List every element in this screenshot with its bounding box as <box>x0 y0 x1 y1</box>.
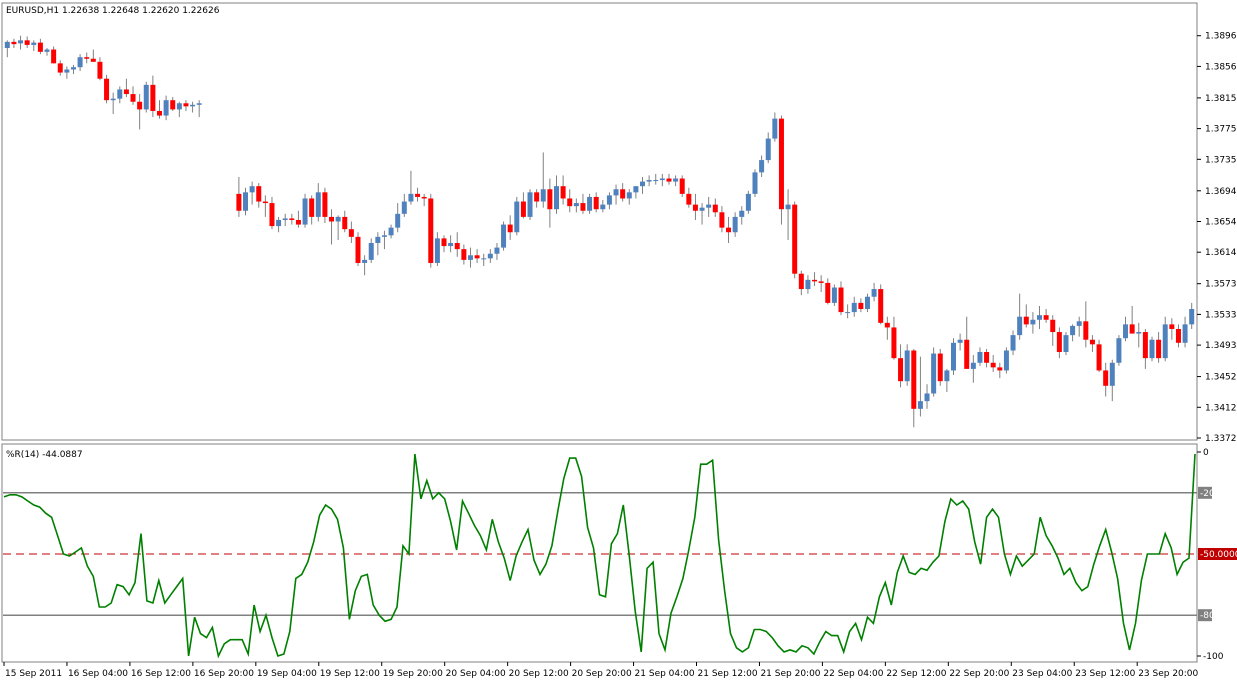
price-tick-label: 1.37750 <box>1205 125 1237 135</box>
candle <box>1116 335 1122 366</box>
time-tick-label: 20 Sep 04:00 <box>446 669 506 679</box>
candle <box>937 348 943 386</box>
time-tick-label: 16 Sep 04:00 <box>68 669 128 679</box>
candle <box>104 74 110 104</box>
candle <box>355 232 361 267</box>
candle <box>931 347 937 397</box>
indicator-axis: 0 -20 -50.0000 -80 -100 <box>1197 448 1237 662</box>
price-panel <box>1 2 1198 441</box>
time-tick-label: 22 Sep 04:00 <box>823 669 883 679</box>
price-tick-label: 1.36940 <box>1205 187 1237 197</box>
price-tick-label: 1.34520 <box>1205 373 1237 383</box>
candle <box>831 284 837 306</box>
price-tick-label: 1.38560 <box>1205 62 1237 72</box>
price-tick-label: 1.35730 <box>1205 280 1237 290</box>
time-axis: 15 Sep 2011 16 Sep 04:00 16 Sep 12:00 16 Se… <box>3 662 1199 679</box>
candle <box>745 190 751 214</box>
candle <box>1003 347 1009 374</box>
candle <box>878 284 884 325</box>
time-tick-label: 15 Sep 2011 <box>5 669 62 679</box>
candle <box>778 115 784 225</box>
time-tick-label: 20 Sep 12:00 <box>509 669 569 679</box>
time-tick-label: 22 Sep 12:00 <box>886 669 946 679</box>
indicator-tick-label: -20 <box>1200 489 1215 499</box>
candle <box>514 196 520 236</box>
time-tick-label: 23 Sep 12:00 <box>1075 669 1135 679</box>
price-tick-label: 1.36540 <box>1205 218 1237 228</box>
time-tick-label: 21 Sep 20:00 <box>760 669 820 679</box>
candle <box>527 189 533 220</box>
candle <box>950 338 956 376</box>
candle <box>904 344 910 386</box>
candle <box>752 169 758 197</box>
price-tick-label: 1.38960 <box>1205 32 1237 42</box>
price-tick-label: 1.37350 <box>1205 155 1237 165</box>
price-tick-label: 1.34930 <box>1205 341 1237 351</box>
indicator-tick-label: -80 <box>1200 611 1215 621</box>
price-tick-label: 1.38150 <box>1205 94 1237 104</box>
price-tick-label: 1.34120 <box>1205 403 1237 413</box>
candle <box>1063 332 1069 356</box>
candle <box>428 193 434 268</box>
indicator-tick-label: 0 <box>1203 448 1209 458</box>
price-tick-label: 1.33720 <box>1205 434 1237 444</box>
time-tick-label: 16 Sep 20:00 <box>194 669 254 679</box>
candle <box>792 201 798 279</box>
time-tick-label: 20 Sep 20:00 <box>572 669 632 679</box>
time-tick-label: 21 Sep 04:00 <box>635 669 695 679</box>
time-tick-label: 23 Sep 04:00 <box>1012 669 1072 679</box>
price-tick-label: 1.36140 <box>1205 248 1237 258</box>
candle <box>679 175 685 197</box>
indicator-tick-label: -50.0000 <box>1200 550 1237 560</box>
time-tick-label: 19 Sep 20:00 <box>383 669 443 679</box>
time-tick-label: 23 Sep 20:00 <box>1138 669 1198 679</box>
indicator-title: %R(14) -44.0887 <box>6 450 83 460</box>
time-tick-label: 16 Sep 12:00 <box>131 669 191 679</box>
candle <box>501 221 507 251</box>
chart-svg: 1.38960 1.38560 1.38150 1.37750 1.37350 1.369… <box>1 2 1237 679</box>
time-tick-label: 22 Sep 20:00 <box>949 669 1009 679</box>
price-tick-label: 1.35330 <box>1205 310 1237 320</box>
candle <box>1096 339 1102 372</box>
time-tick-label: 19 Sep 12:00 <box>320 669 380 679</box>
indicator-tick-label: -100 <box>1203 652 1224 662</box>
price-chart-title: EURUSD,H1 1.22638 1.22648 1.22620 1.2262… <box>6 6 220 16</box>
candle <box>143 81 149 113</box>
price-axis: 1.38960 1.38560 1.38150 1.37750 1.37350 1.369… <box>1197 32 1237 444</box>
candle <box>1149 336 1155 362</box>
indicator-panel <box>1 443 1198 663</box>
time-tick-label: 21 Sep 12:00 <box>698 669 758 679</box>
candle <box>302 193 308 228</box>
time-tick-label: 19 Sep 04:00 <box>257 669 317 679</box>
